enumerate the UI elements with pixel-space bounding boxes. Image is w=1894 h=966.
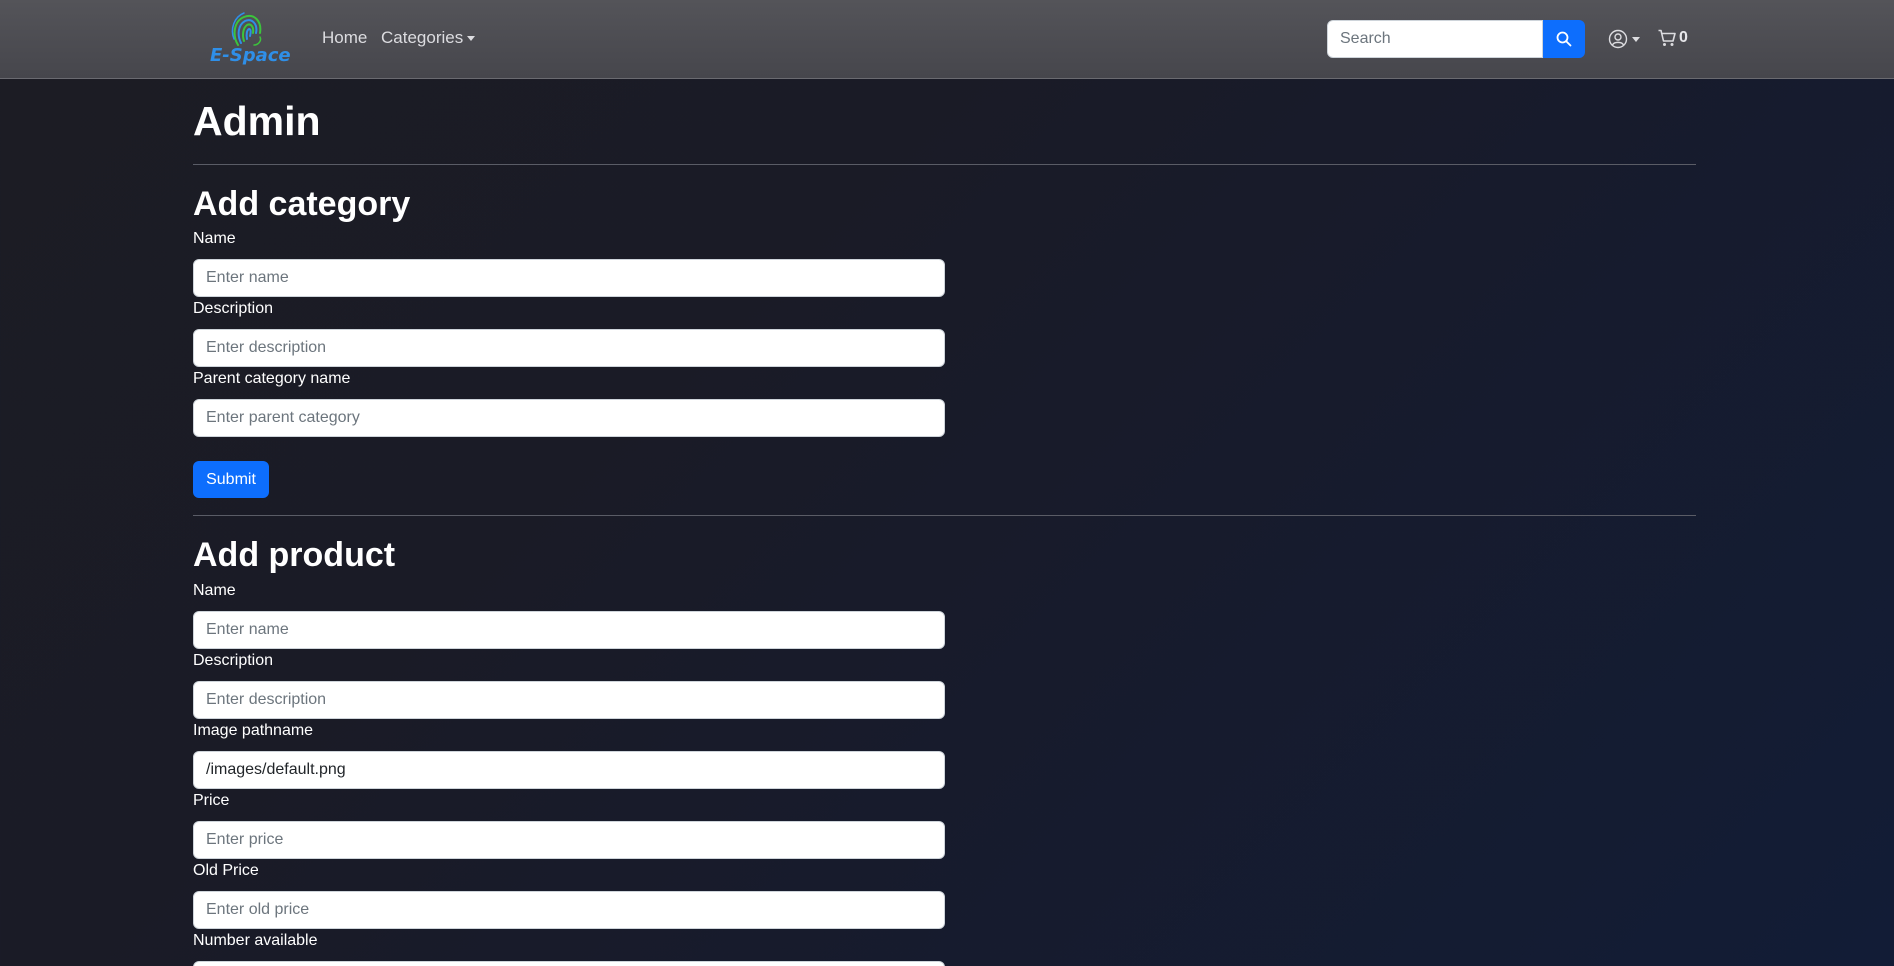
parent-category-label: Parent category name (193, 370, 351, 387)
category-description-input[interactable] (193, 329, 945, 367)
page-title: Admin (193, 98, 321, 144)
chevron-down-icon (467, 36, 476, 42)
search-icon (1556, 31, 1572, 47)
divider (193, 515, 1696, 516)
nav-categories-dropdown[interactable]: Categories (381, 28, 476, 48)
old-price-input[interactable] (193, 891, 945, 929)
top-navbar: E-Space Home Categories 0 (0, 0, 1894, 79)
cart-button[interactable]: 0 (1657, 28, 1688, 48)
number-available-input[interactable] (193, 961, 945, 966)
brand-logo[interactable]: E-Space (208, 9, 291, 69)
cart-icon (1658, 29, 1676, 46)
user-menu-dropdown[interactable] (1608, 29, 1640, 49)
add-product-heading: Add product (193, 536, 396, 574)
divider (193, 164, 1696, 165)
old-price-label: Old Price (193, 862, 259, 879)
product-name-input[interactable] (193, 611, 945, 649)
category-submit-button[interactable]: Submit (193, 461, 269, 498)
fingerprint-logo-icon (231, 12, 262, 46)
search-input[interactable] (1327, 20, 1543, 58)
product-name-label: Name (193, 582, 236, 599)
search-button[interactable] (1543, 20, 1585, 58)
product-description-label: Description (193, 652, 274, 669)
price-input[interactable] (193, 821, 945, 859)
number-available-label: Number available (193, 932, 318, 949)
add-category-heading: Add category (193, 185, 411, 223)
chevron-down-icon (1632, 36, 1640, 42)
parent-category-input[interactable] (193, 399, 945, 437)
cart-count: 0 (1679, 29, 1688, 46)
product-description-input[interactable] (193, 681, 945, 719)
user-circle-icon (1608, 29, 1628, 49)
category-name-label: Name (193, 230, 236, 247)
image-pathname-input[interactable] (193, 751, 945, 789)
nav-categories-label: Categories (381, 28, 464, 47)
category-description-label: Description (193, 300, 274, 317)
price-label: Price (193, 792, 230, 809)
brand-name: E-Space (210, 45, 291, 66)
nav-home-link[interactable]: Home (322, 28, 367, 48)
image-pathname-label: Image pathname (193, 722, 314, 739)
category-name-input[interactable] (193, 259, 945, 297)
